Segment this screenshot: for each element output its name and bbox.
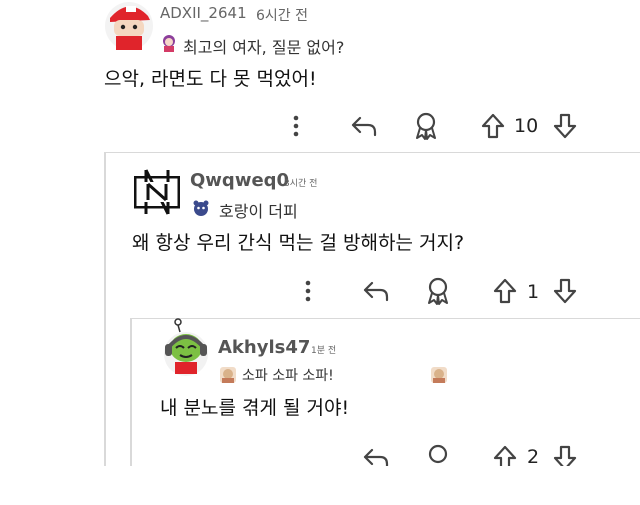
award-button[interactable] xyxy=(413,112,439,140)
upvote-button[interactable] xyxy=(480,112,506,140)
flair-sofa-cat-icon xyxy=(219,366,237,384)
comment-body: 으악, 라면도 다 못 먹었어! xyxy=(104,68,317,90)
reply-button[interactable] xyxy=(362,279,390,303)
username[interactable]: Akhyls47 xyxy=(218,337,310,358)
timestamp: 1분 전 xyxy=(311,346,337,356)
award-button[interactable] xyxy=(425,444,451,466)
downvote-button[interactable] xyxy=(552,444,578,466)
flair-anime-girl-icon xyxy=(160,34,178,52)
reply-button[interactable] xyxy=(362,446,390,466)
comment-body: 왜 항상 우리 간식 먹는 걸 방해하는 거지? xyxy=(132,232,465,254)
more-vertical-icon xyxy=(305,280,311,302)
reply-button[interactable] xyxy=(350,114,378,138)
avatar-red-cap-icon xyxy=(105,2,153,50)
upvote-arrow-icon xyxy=(493,445,517,466)
flair-tiger-icon xyxy=(192,199,210,217)
reply-arrow-icon xyxy=(363,448,389,466)
downvote-arrow-icon xyxy=(553,113,577,139)
avatar[interactable] xyxy=(160,318,212,380)
thread-line-level-2 xyxy=(130,318,132,468)
vote-count-wrap: 2 xyxy=(527,446,547,466)
user-flair: 소파 소파 소파! xyxy=(242,368,334,384)
more-options-button[interactable] xyxy=(290,114,302,138)
more-vertical-icon xyxy=(293,115,299,137)
comment-body: 내 분노를 겪게 될 거야! xyxy=(160,397,350,419)
flair-sofa-cat-icon-2 xyxy=(430,366,448,384)
user-flair: 호랑이 더피 xyxy=(219,202,298,221)
more-options-button[interactable] xyxy=(302,279,314,303)
downvote-button[interactable] xyxy=(552,112,578,140)
award-icon xyxy=(416,112,436,140)
avatar[interactable] xyxy=(132,166,182,218)
upvote-arrow-icon xyxy=(493,278,517,304)
avatar[interactable] xyxy=(104,0,154,52)
timestamp: 3시간 전 xyxy=(284,179,318,189)
award-button[interactable] xyxy=(425,277,451,305)
reply-arrow-icon xyxy=(363,281,389,302)
downvote-button[interactable] xyxy=(552,277,578,305)
upvote-button[interactable] xyxy=(492,277,518,305)
thread-line-level-1-h xyxy=(104,152,640,153)
vote-count: 2 xyxy=(527,446,540,466)
user-flair: 최고의 여자, 질문 없어? xyxy=(183,38,345,57)
upvote-arrow-icon xyxy=(481,113,505,139)
avatar-green-headphones-icon xyxy=(164,318,208,376)
vote-count: 10 xyxy=(514,115,539,137)
avatar-rammstein-logo-icon xyxy=(134,169,180,215)
reply-arrow-icon xyxy=(351,116,377,137)
timestamp: 6시간 전 xyxy=(256,8,308,24)
bottom-blank xyxy=(0,466,640,505)
downvote-arrow-icon xyxy=(553,445,577,466)
username[interactable]: ADXII_2641 xyxy=(160,4,247,22)
award-icon xyxy=(428,444,448,464)
upvote-button[interactable] xyxy=(492,444,518,466)
downvote-arrow-icon xyxy=(553,278,577,304)
username[interactable]: Qwqweq0 xyxy=(190,170,289,191)
vote-count: 1 xyxy=(527,281,540,303)
thread-line-level-1 xyxy=(104,152,106,472)
award-icon xyxy=(428,277,448,305)
